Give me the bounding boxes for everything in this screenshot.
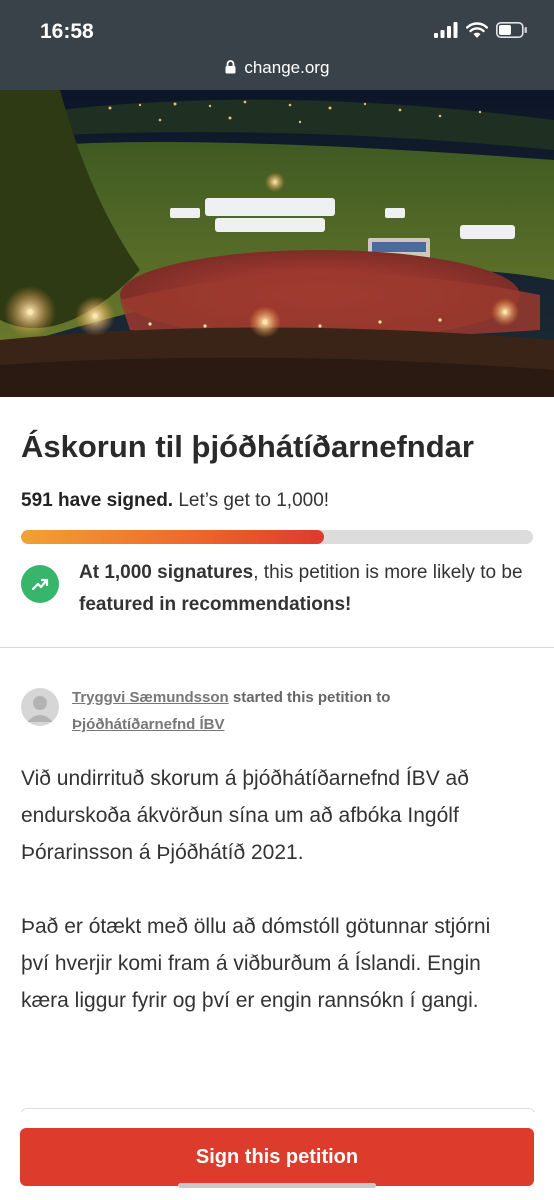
sign-petition-button[interactable]: Sign this petition (20, 1128, 534, 1186)
starter-action: started this petition to (228, 689, 391, 706)
description-paragraph: Við undirrituð skorum á þjóðhátíðarnefnd… (21, 767, 469, 864)
url-bar[interactable]: change.org (0, 58, 554, 78)
browser-status-bar: 16:58 change.org (0, 0, 554, 90)
starter-text: Tryggvi Sæmundsson started this petition… (72, 684, 532, 738)
trending-up-icon (21, 565, 59, 603)
milestone-bold-start: At 1,000 signatures (79, 562, 254, 583)
petition-description: Við undirrituð skorum á þjóðhátíðarnefnd… (21, 760, 521, 1056)
starter-name-link[interactable]: Tryggvi Sæmundsson (72, 689, 229, 706)
home-indicator[interactable] (178, 1183, 376, 1188)
user-avatar-icon (21, 688, 59, 726)
lock-icon (225, 60, 236, 74)
petition-target-link[interactable]: Þjóðhátíðarnefnd ÍBV (72, 716, 225, 733)
goal-text: Let’s get to 1,000! (178, 490, 330, 511)
milestone-bold-end: featured in recommendations! (79, 594, 352, 615)
section-divider (0, 647, 554, 648)
cellular-signal-icon (434, 22, 458, 38)
milestone-middle: , this petition is more likely to be (253, 562, 523, 583)
petition-hero-image (0, 90, 554, 397)
petition-title: Áskorun til þjóðhátíðarnefndar (21, 429, 474, 464)
signature-count: 591 have signed. Let’s get to 1,000! (21, 490, 329, 512)
battery-icon (496, 22, 527, 38)
progress-fill (21, 530, 324, 544)
wifi-icon (466, 22, 488, 38)
signature-progress-bar (21, 530, 533, 544)
system-icons (434, 22, 528, 38)
milestone-text: At 1,000 signatures, this petition is mo… (79, 557, 539, 621)
signed-count-text: 591 have signed. (21, 490, 174, 511)
hero-image-illustration (0, 90, 554, 397)
url-text: change.org (244, 58, 330, 77)
clock-time: 16:58 (40, 20, 94, 43)
description-paragraph: Það er ótækt með öllu að dómstóll götunn… (21, 915, 491, 1012)
